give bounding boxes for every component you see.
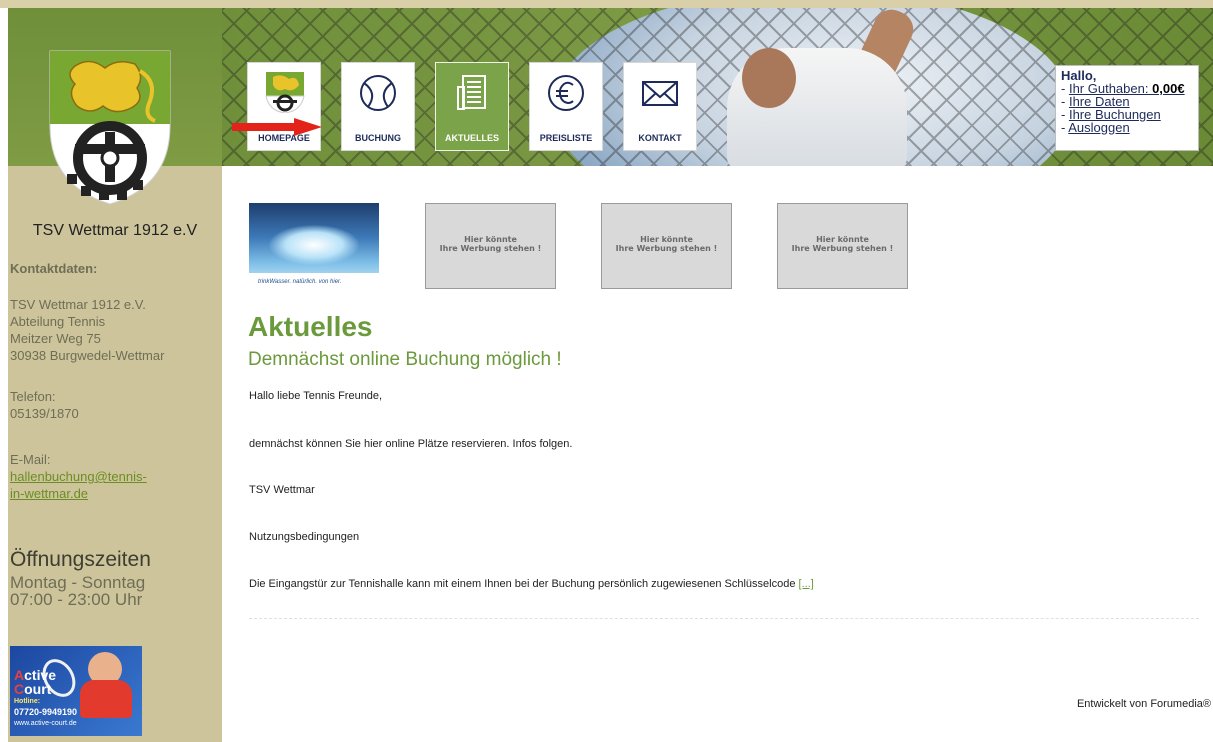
ad-placeholder-line: Hier könnte [464,235,517,244]
nav-kontakt[interactable]: KONTAKT [623,62,697,151]
email-line: in-wettmar.de [10,486,89,501]
opening-hours-title: Öffnungszeiten [10,548,151,571]
news-paragraph-with-link: Die Eingangstür zur Tennishalle kann mit… [249,578,814,590]
nav-preisliste[interactable]: PREISLISTE [529,62,603,151]
red-arrow-icon [232,118,322,136]
active-court-ad[interactable]: Active Court Hotline: 07720-9949190 www.… [10,646,142,736]
address-line: Abteilung Tennis [10,314,106,329]
email-label: E-Mail: [10,452,51,467]
tennis-ball-icon [360,75,396,111]
main-content: trinkWasser. natürlich. von hier. Hier k… [222,166,1213,742]
news-paragraph: demnächst können Sie hier online Plätze … [249,438,573,450]
address: TSV Wettmar 1912 e.V. Abteilung Tennis M… [10,296,164,364]
player-shirt-graphic [80,680,132,718]
phone-number: 05139/1870 [10,406,79,421]
opening-hours: Montag - Sonntag 07:00 - 23:00 Uhr [10,574,145,608]
balance-value: 0,00€ [1152,81,1185,96]
contact-heading: Kontaktdaten: [10,261,98,276]
ad-placeholder-line: Hier könnte [640,235,693,244]
club-logo-icon [265,72,305,113]
nav-aktuelles[interactable]: AKTUELLES [435,62,509,151]
ad-website: www.active-court.de [14,720,77,727]
ad-brand: Active Court [14,668,56,696]
news-paragraph: TSV Wettmar [249,484,315,496]
sidebar: TSV Wettmar 1912 e.V Kontaktdaten: TSV W… [8,8,222,742]
address-line: Meitzer Weg 75 [10,331,101,346]
envelope-icon [642,81,678,106]
opening-time: 07:00 - 23:00 Uhr [10,590,143,609]
header: HOMEPAGE BUCHUNG AKTUELLES PREISLISTE KO… [222,8,1213,166]
divider [249,618,1199,619]
logout-line: - Ausloggen [1061,120,1130,135]
page-title: Aktuelles [248,311,373,342]
nav-label: KONTAKT [638,133,682,143]
water-ad-banner[interactable]: trinkWasser. natürlich. von hier. [249,203,379,289]
nav-label: BUCHUNG [355,133,401,143]
email-line: hallenbuchung@tennis- [10,469,147,484]
opening-days: Montag - Sonntag [10,573,146,592]
ad-placeholder-line: Hier könnte [816,235,869,244]
top-stripe [0,0,1213,8]
news-paragraph: Hallo liebe Tennis Freunde, [249,390,383,402]
news-paragraph: Die Eingangstür zur Tennishalle kann mit… [249,578,796,590]
nav-homepage[interactable]: HOMEPAGE [247,62,321,151]
document-icon [457,75,486,110]
news-subtitle: Demnächst online Buchung möglich ! [248,349,562,370]
footer-credit: Entwickelt von Forumedia® [1076,698,1211,710]
address-line: 30938 Burgwedel-Wettmar [10,348,165,363]
ad-placeholder-line: Ihre Werbung stehen ! [439,244,542,253]
euro-icon [548,75,584,111]
ad-hotline: 07720-9949190 [14,707,78,717]
ad-brand-c: C [14,681,25,697]
email-link[interactable]: hallenbuchung@tennis- in-wettmar.de [10,468,170,502]
phone-block: Telefon: 05139/1870 [10,388,79,422]
nav-label: PREISLISTE [539,133,593,143]
nav-buchung[interactable]: BUCHUNG [341,62,415,151]
ad-brand-rest2: ourt [24,681,52,697]
ad-hotline-label: Hotline: [14,698,41,705]
ad-placeholder-banner[interactable]: Hier könnte Ihre Werbung stehen ! [777,203,908,289]
news-paragraph: Nutzungsbedingungen [249,531,360,543]
ad-placeholder-banner[interactable]: Hier könnte Ihre Werbung stehen ! [425,203,556,289]
phone-label: Telefon: [10,389,56,404]
ad-placeholder-line: Ihre Werbung stehen ! [791,244,894,253]
logout-link[interactable]: Ausloggen [1068,120,1129,135]
ad-placeholder-line: Ihre Werbung stehen ! [615,244,718,253]
club-name: TSV Wettmar 1912 e.V [32,222,198,239]
address-line: TSV Wettmar 1912 e.V. [10,297,146,312]
player-head-graphic [742,48,796,108]
read-more-link[interactable]: [...] [799,578,814,590]
water-ad-caption: trinkWasser. natürlich. von hier. [249,273,379,289]
ad-placeholder-banner[interactable]: Hier könnte Ihre Werbung stehen ! [601,203,732,289]
nav-label: AKTUELLES [445,133,499,143]
water-splash-graphic [269,225,359,265]
club-crest-logo[interactable] [45,46,175,206]
user-box: Hallo, - Ihr Guthaben: 0,00€ - Ihre Date… [1055,65,1199,151]
